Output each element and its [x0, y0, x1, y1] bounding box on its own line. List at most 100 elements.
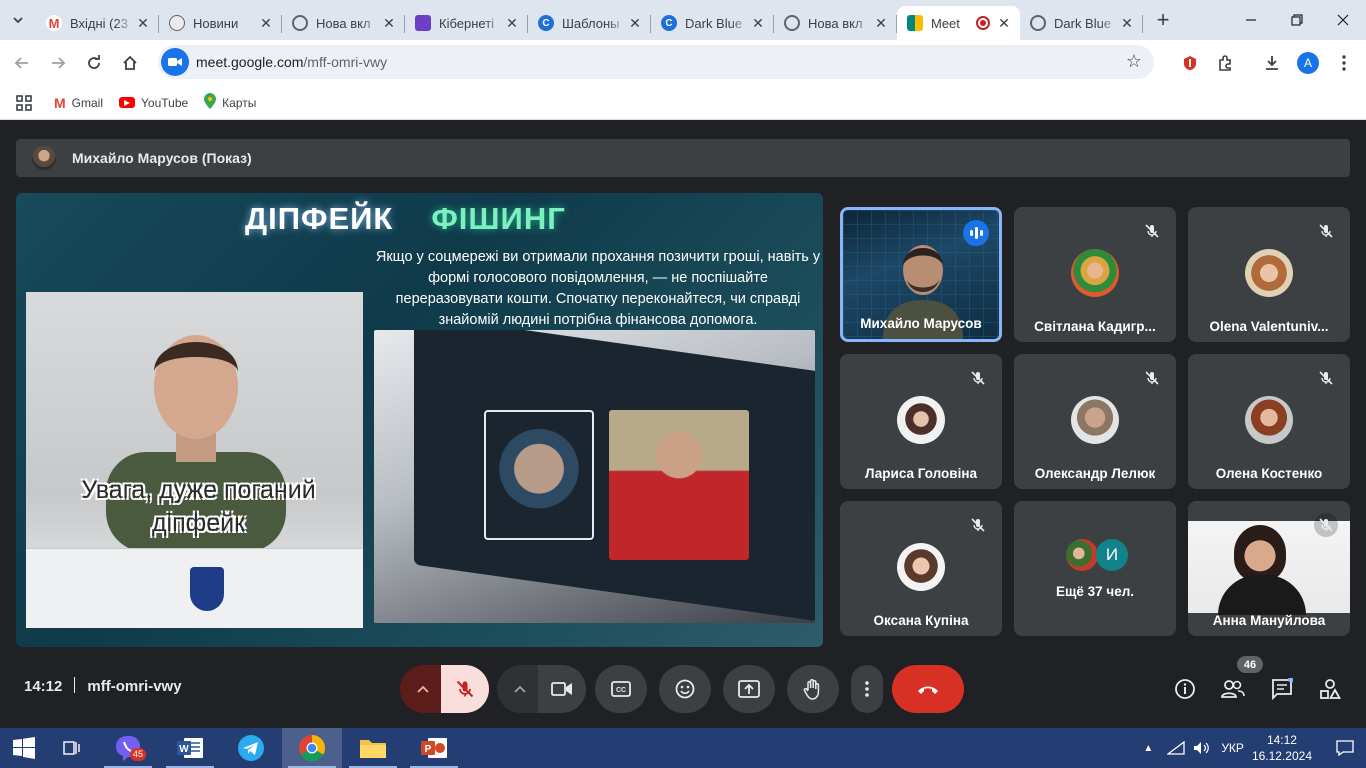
close-icon[interactable]: ✕ — [750, 15, 766, 32]
participant-tile[interactable]: Оксана Купіна — [840, 501, 1002, 636]
participant-tile[interactable]: Михайло Марусов — [840, 207, 1002, 342]
close-icon[interactable]: ✕ — [873, 15, 889, 32]
bookmark-youtube[interactable]: YouTube — [119, 96, 188, 110]
toolbar-actions: A — [1172, 40, 1366, 86]
more-participants-tile[interactable]: И Ещё 37 чел. — [1014, 501, 1176, 636]
tab-dark-blue-1[interactable]: C Dark Blue ✕ — [651, 6, 774, 40]
tab-templates[interactable]: C Шаблоны ✕ — [528, 6, 651, 40]
plus-icon: + — [1156, 7, 1170, 32]
camera-options-button[interactable] — [497, 665, 543, 713]
activities-button[interactable] — [1312, 671, 1348, 707]
participant-name: Світлана Кадигр... — [1034, 319, 1156, 334]
participant-tile[interactable]: Світлана Кадигр... — [1014, 207, 1176, 342]
close-icon[interactable]: ✕ — [258, 15, 274, 32]
forward-button[interactable] — [40, 45, 76, 81]
purple-app-icon — [415, 15, 431, 31]
download-icon[interactable] — [1254, 45, 1290, 81]
camera-toggle-button[interactable] — [538, 665, 586, 713]
restore-button[interactable] — [1274, 0, 1320, 40]
new-tab-button[interactable]: + — [1143, 0, 1183, 40]
meeting-details-button[interactable] — [1167, 671, 1203, 707]
people-button[interactable] — [1215, 671, 1251, 707]
captions-button[interactable]: CC — [595, 665, 647, 713]
meet-area: Михайло Марусов (Показ) ДІПФЕЙК ФІШИНГ Як… — [0, 121, 1366, 728]
taskbar-telegram[interactable] — [221, 728, 281, 768]
mic-toggle-button[interactable] — [441, 665, 489, 713]
bookmark-maps[interactable]: Карты — [204, 93, 256, 112]
slide-title: ДІПФЕЙК ФІШИНГ — [245, 201, 566, 236]
tab-new-1[interactable]: Нова вкл ✕ — [282, 6, 405, 40]
close-icon[interactable]: ✕ — [135, 15, 151, 32]
shared-screen[interactable]: ДІПФЕЙК ФІШИНГ Якщо у соцмережі ви отрима… — [16, 193, 823, 647]
bookmark-star-icon[interactable]: ☆ — [1126, 51, 1142, 72]
profile-button[interactable]: A — [1290, 45, 1326, 81]
task-view-icon — [63, 741, 80, 755]
svg-text:W: W — [179, 744, 189, 755]
close-icon[interactable]: ✕ — [1119, 15, 1135, 32]
chevron-up-icon[interactable]: ▲ — [1143, 743, 1153, 754]
participant-tile[interactable]: Лариса Головіна — [840, 354, 1002, 489]
bookmark-gmail[interactable]: M Gmail — [54, 95, 103, 111]
shapes-icon — [1320, 679, 1341, 699]
present-screen-button[interactable] — [723, 665, 775, 713]
chat-icon — [1272, 678, 1293, 700]
network-icon[interactable] — [1167, 741, 1185, 755]
participant-tile[interactable]: Олена Костенко — [1188, 354, 1350, 489]
tab-gmail[interactable]: M Вхідні (23 ✕ — [36, 6, 159, 40]
close-icon[interactable]: ✕ — [627, 15, 643, 32]
minimize-button[interactable] — [1228, 0, 1274, 40]
meet-controls: 14:12 mff-omri-vwy CC — [0, 657, 1366, 719]
tab-title: Нова вкл — [316, 15, 371, 31]
participant-name: Olena Valentuniv... — [1209, 319, 1329, 334]
extension-red-icon[interactable] — [1172, 45, 1208, 81]
participant-count-badge: 46 — [1237, 656, 1263, 673]
tab-new-2[interactable]: Нова вкл ✕ — [774, 6, 897, 40]
taskbar-file-explorer[interactable] — [343, 728, 403, 768]
browser-menu-button[interactable] — [1326, 45, 1362, 81]
home-button[interactable] — [112, 45, 148, 81]
taskbar-clock[interactable]: 14:12 16.12.2024 — [1252, 732, 1312, 764]
close-window-button[interactable] — [1320, 0, 1366, 40]
participant-tile[interactable]: Олександр Лелюк — [1014, 354, 1176, 489]
podium — [26, 548, 363, 628]
meeting-info: 14:12 mff-omri-vwy — [24, 677, 182, 695]
tab-cyber[interactable]: Кібернеті ✕ — [405, 6, 528, 40]
people-icon — [1221, 680, 1245, 698]
volume-icon[interactable] — [1193, 741, 1211, 755]
participant-tile[interactable]: Olena Valentuniv... — [1188, 207, 1350, 342]
reload-button[interactable] — [76, 45, 112, 81]
mic-off-icon — [966, 366, 990, 390]
close-icon[interactable]: ✕ — [381, 15, 397, 32]
apps-button[interactable] — [16, 94, 32, 111]
news-icon — [169, 15, 185, 31]
taskbar-powerpoint[interactable]: P — [404, 728, 464, 768]
action-center-button[interactable] — [1324, 728, 1366, 768]
extensions-puzzle-icon[interactable] — [1208, 45, 1244, 81]
chat-button[interactable] — [1264, 671, 1300, 707]
tab-news[interactable]: Новини ✕ — [159, 6, 282, 40]
taskbar-viber[interactable]: 45 — [98, 728, 158, 768]
start-button[interactable] — [0, 728, 48, 768]
raise-hand-button[interactable] — [787, 665, 839, 713]
close-icon[interactable]: ✕ — [504, 15, 520, 32]
task-view-button[interactable] — [48, 728, 96, 768]
leave-call-button[interactable] — [892, 665, 964, 713]
taskbar-word[interactable]: W — [160, 728, 220, 768]
bookmark-label: YouTube — [141, 95, 189, 110]
tab-search-button[interactable] — [0, 0, 36, 40]
back-button[interactable] — [4, 45, 40, 81]
meet-site-icon[interactable] — [161, 48, 189, 76]
more-options-button[interactable] — [851, 665, 883, 713]
tab-meet[interactable]: Meet ✕ — [897, 6, 1020, 40]
presenter-bar: Михайло Марусов (Показ) — [16, 139, 1350, 177]
close-icon[interactable]: ✕ — [996, 15, 1012, 32]
participant-tile[interactable]: Анна Мануйлова — [1188, 501, 1350, 636]
mic-off-icon — [1314, 513, 1338, 537]
tab-dark-blue-2[interactable]: Dark Blue ✕ — [1020, 6, 1143, 40]
address-bar[interactable]: meet.google.com/mff-omri-vwy ☆ — [158, 45, 1154, 79]
reactions-button[interactable] — [659, 665, 711, 713]
mic-options-button[interactable] — [400, 665, 446, 713]
telegram-icon — [238, 735, 264, 761]
taskbar-chrome[interactable] — [282, 728, 342, 768]
language-indicator[interactable]: УКР — [1221, 741, 1244, 755]
